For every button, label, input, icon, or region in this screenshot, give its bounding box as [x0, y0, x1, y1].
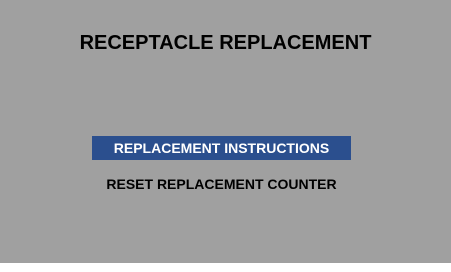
receptacle-replacement-screen: RECEPTACLE REPLACEMENT REPLACEMENT INSTR…: [0, 0, 451, 263]
screen-title: RECEPTACLE REPLACEMENT: [79, 32, 372, 54]
replacement-instructions-menu-item[interactable]: REPLACEMENT INSTRUCTIONS: [92, 136, 351, 160]
reset-replacement-counter-menu-item[interactable]: RESET REPLACEMENT COUNTER: [92, 172, 351, 196]
